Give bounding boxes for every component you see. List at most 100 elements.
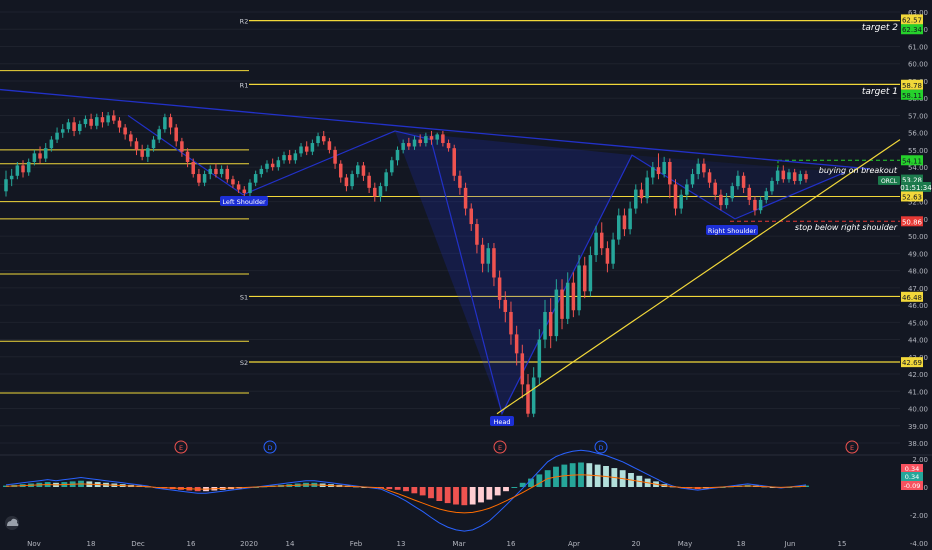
time-tick-label: 13 — [397, 540, 406, 548]
candle-body — [577, 265, 581, 311]
candle-body — [367, 175, 371, 188]
candle-body — [197, 174, 201, 183]
candle-body — [259, 168, 264, 175]
candle-body — [95, 117, 99, 126]
right-shoulder-label: Right Shoulder — [708, 227, 756, 235]
price-tick-label: 56.00 — [908, 130, 928, 138]
candle-body — [418, 139, 422, 144]
candle-body — [350, 174, 354, 187]
candle-body — [361, 165, 366, 176]
candle-body — [231, 179, 235, 185]
candle-body — [617, 215, 621, 240]
price-tick-label: 54.00 — [908, 164, 928, 172]
time-tick-label: 18 — [737, 540, 746, 548]
candle-body — [480, 244, 485, 264]
candle-body — [719, 194, 723, 206]
candle-body — [798, 174, 803, 181]
price-tick-label: 50.00 — [908, 233, 928, 241]
candle-body — [253, 174, 258, 183]
candle-body — [792, 172, 797, 181]
time-tick-label: Mar — [452, 540, 465, 548]
candle-body — [668, 161, 672, 185]
price-tick-label: 38.00 — [908, 440, 928, 448]
candle-body — [333, 149, 337, 164]
macd-tag-label: -0.09 — [904, 482, 921, 490]
price-tick-label: 57.00 — [908, 112, 928, 120]
candle-body — [702, 163, 706, 173]
candle-body — [741, 175, 746, 188]
candle-body — [560, 289, 564, 319]
time-tick-label: Nov — [27, 540, 41, 548]
candle-body — [588, 255, 593, 292]
macd-histogram-bar — [403, 487, 409, 492]
price-tag-label: 54.11 — [902, 157, 922, 165]
time-tick-label: Dec — [131, 540, 145, 548]
candle-body — [344, 177, 349, 187]
candle-body — [787, 172, 791, 180]
macd-histogram-bar — [469, 487, 476, 505]
macd-histogram-bar — [486, 487, 493, 500]
candle-body — [599, 232, 604, 249]
candle-body — [276, 160, 281, 168]
candle-body — [713, 182, 717, 195]
candle-body — [611, 239, 615, 264]
candle-body — [441, 134, 445, 144]
candle-body — [696, 163, 700, 175]
candle-body — [236, 184, 241, 190]
price-tick-label: 55.00 — [908, 147, 928, 155]
candle-body — [435, 134, 439, 140]
candle-body — [747, 187, 752, 200]
macd-histogram-bar — [536, 474, 543, 487]
candle-body — [775, 170, 780, 181]
candle-body — [32, 153, 37, 162]
pivot-label-s2: S2 — [240, 359, 248, 367]
candle-body — [520, 353, 525, 385]
price-tag-label: 46.48 — [902, 294, 922, 302]
price-tick-label: 47.00 — [908, 285, 928, 293]
candle-body — [395, 149, 400, 161]
symbol-badge: ORCL — [881, 178, 898, 185]
candle-body — [321, 136, 326, 142]
time-tick-label: Feb — [350, 540, 363, 548]
time-tick-label: 16 — [507, 540, 516, 548]
event-marker-label: E — [179, 444, 183, 452]
candle-body — [582, 265, 587, 292]
candle-body — [651, 167, 655, 178]
candle-body — [679, 194, 683, 209]
candle-body — [304, 146, 309, 152]
candle-body — [151, 139, 156, 149]
event-marker-label: D — [598, 444, 603, 452]
candle-body — [373, 187, 377, 197]
candle-body — [55, 132, 59, 140]
candle-body — [270, 163, 275, 168]
candle-body — [248, 182, 252, 194]
price-tag-label: 58.11 — [902, 92, 922, 100]
candle-body — [134, 141, 139, 150]
candle-body — [531, 377, 536, 414]
candle-body — [656, 167, 661, 175]
time-tick-label: May — [678, 540, 692, 548]
candle-body — [225, 168, 230, 180]
candle-body — [174, 127, 178, 142]
candle-body — [565, 282, 570, 319]
price-tick-label: 42.00 — [908, 371, 928, 379]
price-tick-label: 49.00 — [908, 250, 928, 258]
price-tick-label: 48.00 — [908, 268, 928, 276]
candle-body — [146, 148, 150, 157]
price-tag-label: 58.78 — [902, 82, 922, 90]
macd-histogram-bar — [503, 487, 509, 492]
macd-tick-label: -2.00 — [910, 512, 928, 520]
tradingview-logo[interactable] — [5, 516, 19, 530]
candle-body — [429, 136, 434, 140]
pivot-label-r2: R2 — [240, 18, 249, 26]
candle-body — [157, 129, 161, 140]
candle-body — [707, 172, 712, 183]
candle-body — [503, 299, 508, 312]
candle-body — [390, 160, 394, 173]
price-chart[interactable]: R2 R1 S1 S2 target 2 target 1 buying on bre… — [0, 0, 932, 550]
stop-loss-label: stop below right shoulder — [795, 223, 898, 232]
time-tick-label: 15 — [838, 540, 847, 548]
candle-body — [106, 115, 110, 123]
candle-body — [424, 136, 428, 144]
pivot-label-s1: S1 — [240, 293, 248, 301]
